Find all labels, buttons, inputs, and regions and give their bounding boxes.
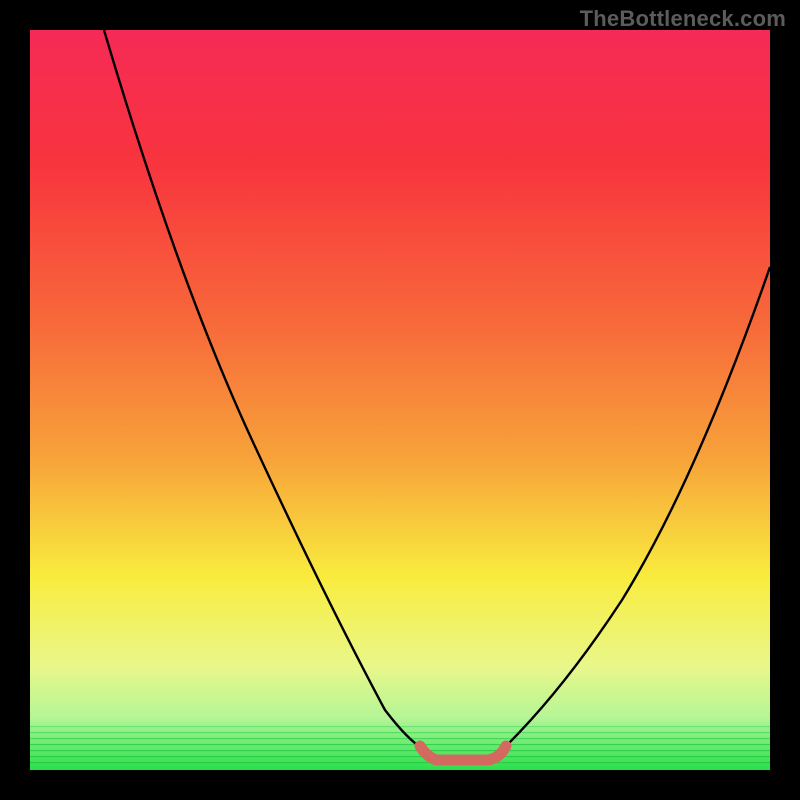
watermark-text: TheBottleneck.com [580,6,786,32]
left-branch-curve [104,30,422,748]
plot-area [30,30,770,770]
curve-layer [30,30,770,770]
right-branch-curve [504,267,770,748]
valley-highlight [420,746,506,760]
chart-container: TheBottleneck.com [0,0,800,800]
